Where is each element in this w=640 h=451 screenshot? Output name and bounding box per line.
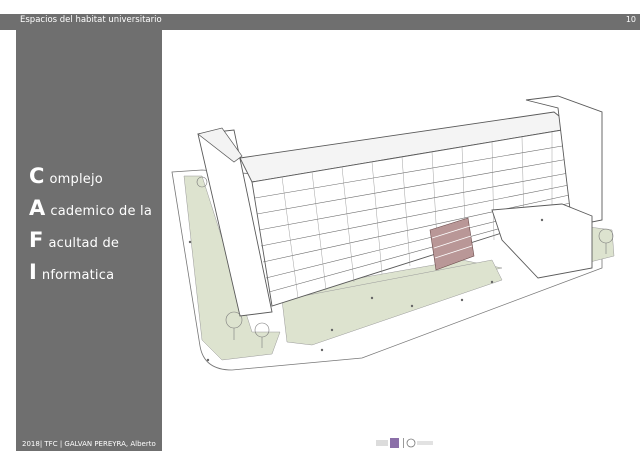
title-line-3: F acultad de [29, 228, 120, 252]
document-section-title: Espacios del habitat universitario [20, 15, 162, 25]
university-logo [376, 438, 433, 448]
title-panel: C omplejo A cademico de la F acultad de … [16, 30, 162, 451]
header-bar: Espacios del habitat universitario 10 [0, 14, 640, 30]
project-title: C omplejo A cademico de la F acultad de … [29, 160, 152, 288]
title-line-4: I nformatica [29, 260, 115, 284]
footer-credit: 2018| TFC | GALVAN PEREYRA, Alberto [22, 440, 156, 448]
title-line-2: A cademico de la [29, 196, 152, 220]
title-line-1: C omplejo [29, 164, 103, 188]
page-number: 10 [625, 15, 636, 24]
architecture-illustration [171, 95, 615, 371]
